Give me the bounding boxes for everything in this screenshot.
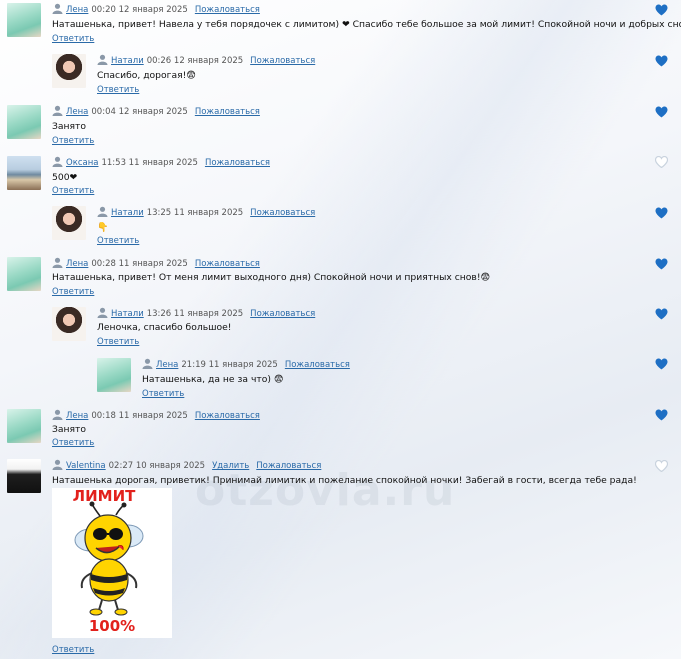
reply-link[interactable]: Ответить xyxy=(52,438,94,448)
comment-meta: Лена 00:20 12 января 2025 Пожаловаться xyxy=(52,3,260,15)
bee-image: ЛИМИТ 100% xyxy=(73,487,144,635)
comment-meta: Лена 00:28 11 января 2025 Пожаловаться xyxy=(52,257,260,269)
comment-meta: Оксана 11:53 11 января 2025 Пожаловаться xyxy=(52,156,270,168)
user-icon xyxy=(52,156,63,167)
avatar[interactable] xyxy=(7,409,41,443)
comment-text: Леночка, спасибо большое! xyxy=(97,322,232,333)
like-heart-icon[interactable] xyxy=(655,308,668,320)
like-heart-icon[interactable] xyxy=(655,4,668,16)
user-icon xyxy=(52,459,63,470)
comment-meta: Лена 00:04 12 января 2025 Пожаловаться xyxy=(52,105,260,117)
author-link[interactable]: Лена xyxy=(156,360,178,370)
user-icon xyxy=(52,409,63,420)
comment-time: 00:04 12 января 2025 xyxy=(91,107,188,117)
sticker-top-text: ЛИМИТ xyxy=(73,488,136,505)
like-heart-icon[interactable] xyxy=(655,156,668,168)
comment-time: 00:20 12 января 2025 xyxy=(91,5,188,15)
comment-text: Наташенька, да не за что) 😨 xyxy=(142,374,284,385)
comment-text: Занято xyxy=(52,121,87,132)
complain-link[interactable]: Пожаловаться xyxy=(195,5,260,15)
comment-time: 13:25 11 января 2025 xyxy=(146,208,244,218)
comment-time: 00:28 11 января 2025 xyxy=(91,259,188,269)
avatar[interactable] xyxy=(52,307,86,341)
author-link[interactable]: Лена xyxy=(66,259,88,269)
comment-time: 00:18 11 января 2025 xyxy=(91,411,188,421)
delete-link[interactable]: Удалить xyxy=(212,461,249,471)
like-heart-icon[interactable] xyxy=(655,55,668,67)
complain-link[interactable]: Пожаловаться xyxy=(285,360,350,370)
comment-text: Спасибо, дорогая!😨 xyxy=(97,70,196,81)
reply-link[interactable]: Ответить xyxy=(97,337,139,347)
user-icon xyxy=(52,257,63,268)
author-link[interactable]: Натали xyxy=(111,309,144,319)
like-heart-icon[interactable] xyxy=(655,207,668,219)
avatar[interactable] xyxy=(7,3,41,37)
complain-link[interactable]: Пожаловаться xyxy=(195,411,260,421)
user-icon xyxy=(97,307,108,318)
comment-meta: Valentina 02:27 10 января 2025 Удалить Пожа… xyxy=(52,459,321,471)
reply-link[interactable]: Ответить xyxy=(97,85,139,95)
comment-text: Наташенька, привет! Навела у тебя порядо… xyxy=(52,19,681,30)
like-heart-icon[interactable] xyxy=(655,358,668,370)
author-link[interactable]: Натали xyxy=(111,208,144,218)
comment-text: 👇 xyxy=(97,222,109,233)
comment-time: 11:53 11 января 2025 xyxy=(101,158,198,168)
reply-link[interactable]: Ответить xyxy=(142,389,184,399)
comment-text: Наташенька, привет! От меня лимит выходн… xyxy=(52,272,491,283)
like-heart-icon[interactable] xyxy=(655,258,668,270)
avatar[interactable] xyxy=(52,54,86,88)
like-heart-icon[interactable] xyxy=(655,409,668,421)
user-icon xyxy=(142,358,153,369)
reply-link[interactable]: Ответить xyxy=(52,136,94,146)
comment-text: Занято xyxy=(52,424,87,435)
comment-meta: Лена 21:19 11 января 2025 Пожаловаться xyxy=(142,358,350,370)
comment-meta: Лена 00:18 11 января 2025 Пожаловаться xyxy=(52,409,260,421)
author-link[interactable]: Лена xyxy=(66,5,88,15)
comment-meta: Натали 13:25 11 января 2025 Пожаловаться xyxy=(97,206,315,218)
reply-link[interactable]: Ответить xyxy=(52,34,94,44)
user-icon xyxy=(97,206,108,217)
avatar[interactable] xyxy=(97,358,131,392)
avatar[interactable] xyxy=(52,206,86,240)
user-icon xyxy=(97,54,108,65)
author-link[interactable]: Оксана xyxy=(66,158,98,168)
comment-meta: Натали 13:26 11 января 2025 Пожаловаться xyxy=(97,307,315,319)
like-heart-icon[interactable] xyxy=(655,460,668,472)
avatar[interactable] xyxy=(7,105,41,139)
limit-bee-sticker: ЛИМИТ 100% xyxy=(52,487,172,638)
avatar[interactable] xyxy=(7,156,41,190)
author-link[interactable]: Натали xyxy=(111,56,144,66)
user-icon xyxy=(52,105,63,116)
comment-meta: Натали 00:26 12 января 2025 Пожаловаться xyxy=(97,54,315,66)
complain-link[interactable]: Пожаловаться xyxy=(250,208,315,218)
reply-link[interactable]: Ответить xyxy=(97,236,139,246)
like-heart-icon[interactable] xyxy=(655,106,668,118)
comment-text: 500❤ xyxy=(52,172,78,183)
complain-link[interactable]: Пожаловаться xyxy=(195,107,260,117)
watermark: otzovia.ru xyxy=(195,465,456,516)
author-link[interactable]: Valentina xyxy=(66,461,106,471)
comment-time: 13:26 11 января 2025 xyxy=(146,309,244,319)
reply-link[interactable]: Ответить xyxy=(52,287,94,297)
reply-link[interactable]: Ответить xyxy=(52,186,94,196)
reply-link[interactable]: Ответить xyxy=(52,645,94,655)
complain-link[interactable]: Пожаловаться xyxy=(205,158,270,168)
sticker-bottom-text: 100% xyxy=(89,617,135,635)
comment-time: 00:26 12 января 2025 xyxy=(146,56,244,66)
user-icon xyxy=(52,3,63,14)
avatar[interactable] xyxy=(7,459,41,493)
author-link[interactable]: Лена xyxy=(66,107,88,117)
complain-link[interactable]: Пожаловаться xyxy=(250,56,315,66)
comment-text: Наташенька дорогая, приветик! Принимай л… xyxy=(52,475,637,486)
author-link[interactable]: Лена xyxy=(66,411,88,421)
complain-link[interactable]: Пожаловаться xyxy=(250,309,315,319)
complain-link[interactable]: Пожаловаться xyxy=(256,461,321,471)
complain-link[interactable]: Пожаловаться xyxy=(195,259,260,269)
avatar[interactable] xyxy=(7,257,41,291)
comment-time: 21:19 11 января 2025 xyxy=(181,360,278,370)
comment-time: 02:27 10 января 2025 xyxy=(108,461,206,471)
